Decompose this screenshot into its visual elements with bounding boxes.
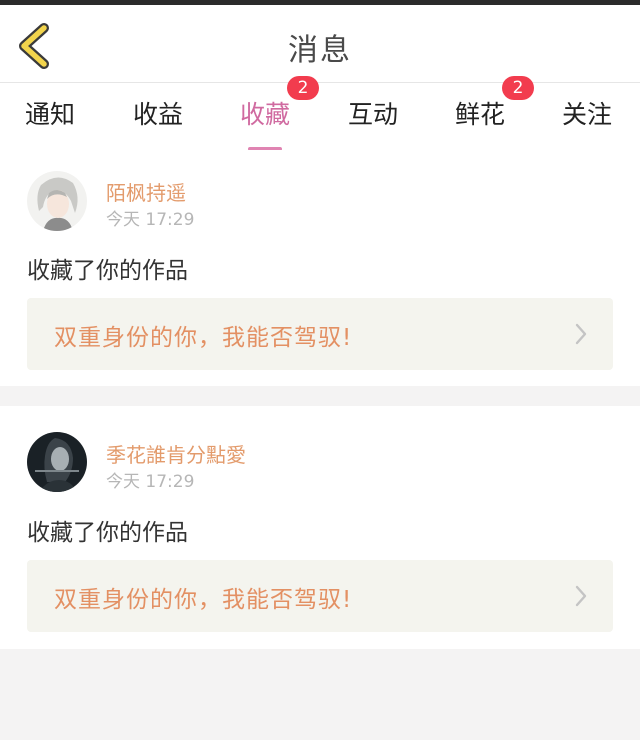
timestamp: 今天 17:29: [106, 210, 195, 230]
tab-label: 关注: [562, 100, 613, 129]
timestamp: 今天 17:29: [106, 472, 195, 492]
tab-interactions[interactable]: 互动: [348, 95, 398, 139]
unread-badge: 2: [502, 76, 535, 100]
header: 消息: [0, 5, 640, 83]
tab-flowers[interactable]: 鲜花 2: [455, 76, 535, 139]
tab-favorites[interactable]: 收藏 2: [240, 76, 320, 151]
work-title: 双重身份的你，我能否驾驭!: [54, 325, 353, 351]
tab-label: 收藏: [240, 100, 291, 129]
avatar[interactable]: [27, 171, 87, 231]
tab-label: 通知: [25, 100, 76, 129]
work-title: 双重身份的你，我能否驾驭!: [54, 587, 353, 613]
username[interactable]: 季花誰肯分點愛: [106, 439, 246, 468]
notification-text: 收藏了你的作品: [27, 520, 188, 546]
tab-label: 互动: [348, 100, 399, 129]
chevron-right-icon: [575, 585, 587, 607]
tab-earnings[interactable]: 收益: [133, 95, 183, 139]
page-title: 消息: [288, 33, 352, 68]
work-link[interactable]: 双重身份的你，我能否驾驭!: [27, 560, 613, 632]
tab-following[interactable]: 关注: [562, 95, 612, 139]
tab-bar: 通知 收益 收藏 2 互动 鲜花 2 关注: [0, 76, 640, 151]
unread-badge: 2: [287, 76, 320, 100]
tab-notifications[interactable]: 通知: [25, 95, 75, 139]
tab-label: 鲜花: [455, 100, 506, 129]
notification-card: 季花誰肯分點愛 今天 17:29 收藏了你的作品 双重身份的你，我能否驾驭!: [0, 406, 640, 649]
chevron-right-icon: [575, 323, 587, 345]
username[interactable]: 陌枫持遥: [106, 177, 186, 206]
avatar-image: [27, 432, 87, 492]
avatar[interactable]: [27, 432, 87, 492]
notification-text: 收藏了你的作品: [27, 258, 188, 284]
tab-label: 收益: [133, 100, 184, 129]
work-link[interactable]: 双重身份的你，我能否驾驭!: [27, 298, 613, 370]
avatar-image: [27, 171, 87, 231]
notification-card: 陌枫持遥 今天 17:29 收藏了你的作品 双重身份的你，我能否驾驭!: [0, 150, 640, 386]
